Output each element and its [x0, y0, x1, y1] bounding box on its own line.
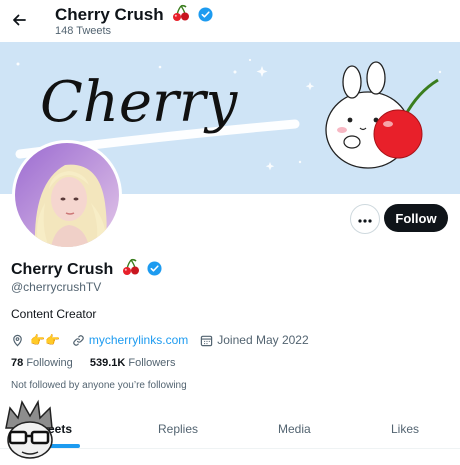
profile-avatar[interactable]	[12, 140, 122, 250]
profile-bio: Content Creator	[11, 307, 97, 321]
website-link[interactable]: mycherrylinks.com	[89, 333, 188, 347]
followers-label: Followers	[128, 357, 176, 369]
following-link[interactable]: 78 Following	[11, 357, 73, 369]
follow-stats: 78 Following 539.1K Followers	[11, 357, 175, 369]
not-followed-notice: Not followed by anyone you’re following	[11, 380, 187, 391]
followers-count: 539.1K	[89, 357, 126, 369]
profile-meta-row: 👉👉 mycherrylinks.com Joined May 2022	[11, 332, 309, 348]
joined-date: Joined May 2022	[217, 333, 309, 347]
cherries-icon	[122, 258, 140, 281]
verified-badge-icon	[198, 7, 213, 27]
verified-badge-icon	[147, 261, 162, 281]
header-display-name: Cherry Crush	[55, 4, 213, 27]
location-pin-icon	[11, 334, 24, 347]
profile-tabs: eets Replies Media Likes	[0, 412, 460, 449]
following-label: Following	[26, 357, 73, 369]
top-bar: Cherry Crush 148 Tweets	[0, 0, 460, 42]
cherries-icon	[172, 4, 190, 27]
location-text: 👉👉	[30, 333, 60, 347]
follow-button[interactable]: Follow	[384, 204, 448, 232]
tab-media[interactable]: Media	[278, 422, 311, 436]
followers-link[interactable]: 539.1K Followers	[90, 357, 176, 369]
following-count: 78	[11, 357, 24, 369]
avatar-photo	[15, 143, 119, 247]
link-icon	[72, 334, 85, 347]
calendar-icon	[200, 334, 213, 347]
header-name-text: Cherry Crush	[55, 5, 164, 24]
profile-name-text: Cherry Crush	[11, 261, 114, 278]
tab-likes[interactable]: Likes	[391, 422, 419, 436]
banner-script-text: Cherry	[40, 70, 238, 135]
bunny-illustration	[325, 61, 439, 169]
profile-handle: @cherrycrushTV	[11, 280, 102, 294]
tweet-count: 148 Tweets	[55, 25, 112, 37]
overlay-avatar-icon	[0, 398, 62, 460]
profile-display-name: Cherry Crush	[11, 258, 162, 281]
more-dots-icon	[358, 210, 372, 228]
more-options-button[interactable]	[350, 204, 380, 234]
back-arrow-icon[interactable]	[8, 9, 30, 31]
tab-replies[interactable]: Replies	[158, 422, 198, 436]
